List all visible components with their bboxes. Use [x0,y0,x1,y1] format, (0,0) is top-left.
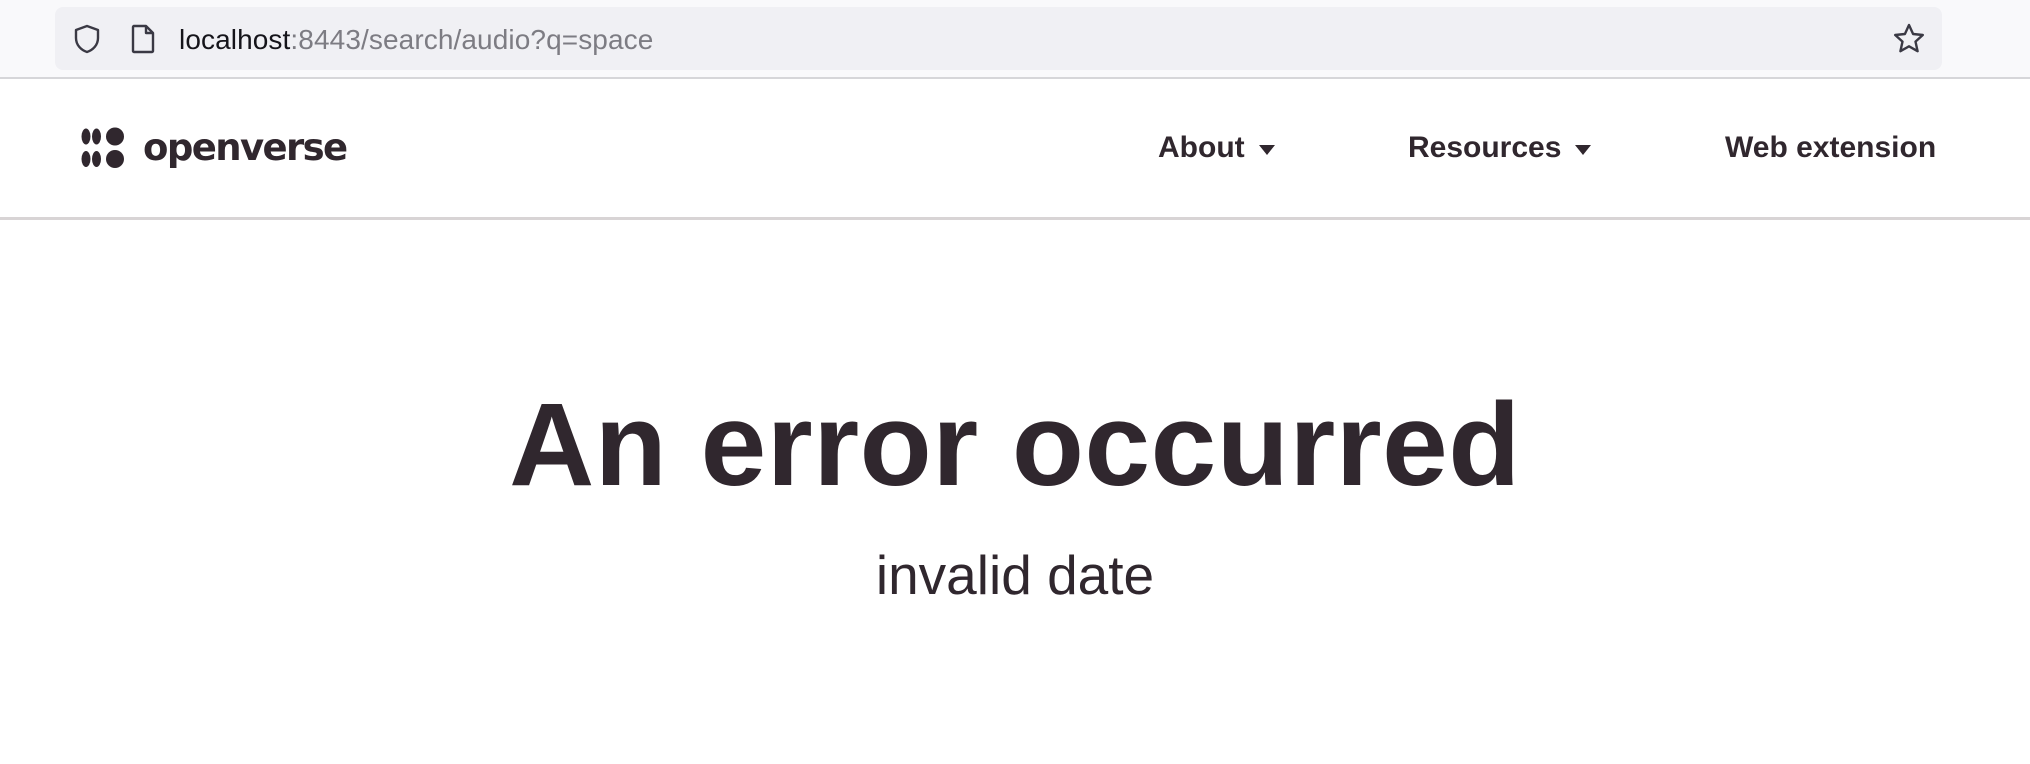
site-header: openverse About Resources Web extension [0,80,2030,220]
nav-resources[interactable]: Resources [1408,130,1592,166]
url-text[interactable]: localhost:8443/search/audio?q=space [179,25,653,55]
error-message: invalid date [875,544,1155,606]
nav-resources-label: Resources [1408,131,1562,164]
caret-down-icon [1575,145,1592,155]
logo-wordmark: openverse [143,126,348,169]
browser-toolbar: localhost:8443/search/audio?q=space [0,0,2030,79]
shield-icon[interactable] [71,23,103,55]
url-path: :8443/search/audio?q=space [290,24,654,55]
caret-down-icon [1258,145,1275,155]
error-title: An error occurred [509,379,1521,511]
openverse-logo-icon [81,127,124,168]
nav-about-label: About [1158,131,1245,164]
page-icon[interactable] [129,24,157,54]
nav-web-extension-label: Web extension [1725,131,1937,164]
nav-about[interactable]: About [1158,130,1276,166]
star-icon[interactable] [1892,22,1926,56]
url-host: localhost [179,24,291,55]
address-bar[interactable]: localhost:8443/search/audio?q=space [55,7,1942,70]
openverse-logo[interactable]: openverse [81,126,348,169]
nav-web-extension[interactable]: Web extension [1725,130,1936,166]
